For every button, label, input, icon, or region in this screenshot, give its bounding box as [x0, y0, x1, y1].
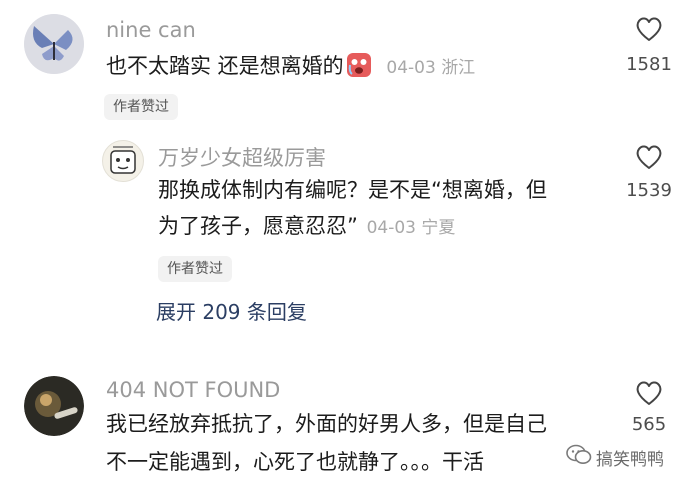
reply-location: 宁夏	[421, 218, 456, 238]
like-button[interactable]	[635, 144, 663, 170]
wechat-logo-icon	[566, 444, 592, 470]
expand-replies-link[interactable]: 展开 209 条回复	[156, 296, 307, 325]
comment-date: 04-03	[386, 58, 436, 78]
like-count: 565	[631, 414, 667, 435]
crying-face-emoji-icon	[346, 52, 372, 78]
comment-location: 浙江	[441, 58, 476, 78]
reply-body-line2: 为了孩子，愿意忍忍”	[158, 214, 358, 238]
avatar-dark-photo[interactable]	[24, 376, 84, 436]
author-liked-badge: 作者赞过	[104, 94, 178, 120]
butterfly-icon	[24, 14, 84, 74]
comment-body: 也不太踏实 还是想离婚的	[106, 54, 344, 78]
heart-icon	[636, 17, 662, 41]
reply-avatar[interactable]	[102, 140, 144, 182]
like-count: 1581	[626, 54, 672, 75]
avatar-butterfly[interactable]	[24, 14, 84, 74]
comment-text: 也不太踏实 还是想离婚的 04-03 浙江	[106, 50, 475, 85]
reply-text-line1: 那换成体制内有编呢？是不是“想离婚，但	[158, 178, 547, 202]
comment-username[interactable]: nine can	[106, 18, 196, 42]
reply-text-line2: 为了孩子，愿意忍忍” 04-03 宁夏	[158, 210, 455, 245]
cartoon-sketch-icon	[110, 146, 136, 174]
comment-username[interactable]: 404 NOT FOUND	[106, 378, 280, 402]
dark-photo-icon	[24, 376, 84, 436]
author-liked-badge: 作者赞过	[158, 256, 232, 282]
like-button[interactable]	[635, 16, 663, 42]
reply-username[interactable]: 万岁少女超级厉害	[158, 142, 326, 172]
watermark-text: 搞笑鸭鸭	[596, 449, 664, 470]
comment-text-line2: 不一定能遇到，心死了也就静了。。。干活	[106, 450, 484, 474]
like-count: 1539	[626, 180, 672, 201]
watermark: 搞笑鸭鸭	[566, 444, 664, 470]
reply-date: 04-03	[366, 218, 416, 238]
comment-text-line1: 我已经放弃抵抗了，外面的好男人多，但是自己	[106, 412, 547, 436]
heart-icon	[636, 145, 662, 169]
heart-icon	[636, 381, 662, 405]
like-button[interactable]	[635, 380, 663, 406]
